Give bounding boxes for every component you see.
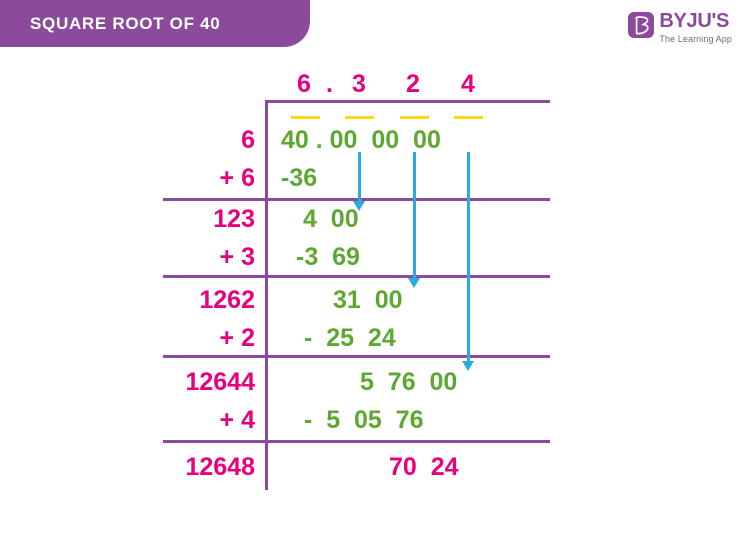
bring-down-arrow-3 — [462, 152, 474, 371]
addend-step-3: + 2 — [219, 324, 255, 352]
bring-down-arrow-1 — [353, 152, 365, 211]
digit-pair-overbar-4 — [454, 116, 483, 119]
subtrahend-step-2: -3 69 — [296, 243, 360, 271]
digit-pair-overbar-3 — [400, 116, 429, 119]
digit-pair-overbar-2 — [345, 116, 374, 119]
subtrahend-step-4: - 5 05 76 — [304, 406, 424, 434]
bring-down-row-3: 31 00 — [333, 286, 403, 314]
quotient-digit-3: 2 — [406, 70, 420, 98]
quotient-digit-1: 6 — [297, 70, 311, 98]
digit-pair-overbar-1 — [291, 116, 320, 119]
quotient-digit-4: 4 — [461, 70, 475, 98]
addend-step-4: + 4 — [219, 406, 255, 434]
final-remainder: 70 24 — [389, 453, 459, 481]
subtrahend-step-1: -36 — [281, 164, 318, 192]
bring-down-row-2: 4 00 — [303, 205, 359, 233]
subtrahend-step-3: - 25 24 — [304, 324, 396, 352]
addend-step-2: + 3 — [219, 243, 255, 271]
step-divider-4 — [163, 440, 550, 443]
bring-down-arrow-2 — [408, 152, 420, 288]
addend-step-1: + 6 — [219, 164, 255, 192]
divisor-step-1: 6 — [241, 126, 255, 154]
quotient-decimal-point: . — [326, 70, 333, 98]
division-top-rule — [265, 100, 550, 103]
dividend-row: 40 . 00 00 00 — [281, 126, 441, 154]
divisor-step-2: 123 — [213, 205, 255, 233]
long-division-worksheet: 6 . 3 2 4 6 + 6 40 . 00 00 00 -36 123 + … — [0, 0, 750, 546]
division-vertical-rule — [265, 100, 268, 490]
divisor-step-4: 12644 — [185, 368, 255, 396]
bring-down-row-4: 5 76 00 — [360, 368, 458, 396]
step-divider-3 — [163, 355, 550, 358]
quotient-digit-2: 3 — [352, 70, 366, 98]
divisor-final: 12648 — [185, 453, 255, 481]
divisor-step-3: 1262 — [199, 286, 255, 314]
step-divider-2 — [163, 275, 550, 278]
